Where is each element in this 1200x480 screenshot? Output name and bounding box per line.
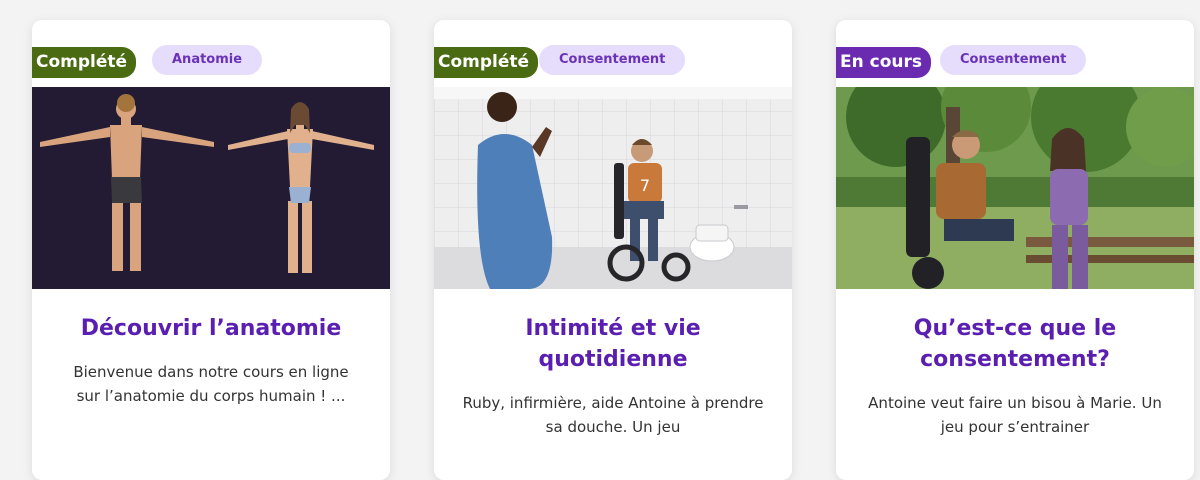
course-description: Bienvenue dans notre cours en ligne sur … xyxy=(73,363,349,405)
category-tag: Consentement xyxy=(940,45,1087,75)
status-badge: Complété xyxy=(434,47,539,78)
card-header: En cours Consentement xyxy=(836,20,1194,87)
card-header: Complété Anatomie xyxy=(32,20,390,87)
course-thumbnail[interactable] xyxy=(836,87,1194,289)
card-header: Complété Consentement xyxy=(434,20,792,87)
status-badge: En cours xyxy=(836,47,931,78)
anatomy-models-image xyxy=(32,87,390,289)
category-tag: Anatomie xyxy=(152,45,263,75)
category-tag: Consentement xyxy=(539,45,686,75)
course-title[interactable]: Intimité et vie quotidienne xyxy=(434,289,792,375)
bathroom-scene-image: 7 xyxy=(434,87,792,289)
status-badge: Complété xyxy=(32,47,137,78)
course-title[interactable]: Découvrir l’anatomie xyxy=(32,289,390,344)
course-title[interactable]: Qu’est-ce que le consentement? xyxy=(836,289,1194,375)
course-description: Ruby, infirmière, aide Antoine à prendre… xyxy=(462,394,764,436)
course-card[interactable]: Complété Consentement 7 Intimité et vie … xyxy=(434,20,792,480)
course-card[interactable]: Complété Anatomie Découvrir l’anatomie B… xyxy=(32,20,390,480)
course-thumbnail[interactable]: 7 xyxy=(434,87,792,289)
park-scene-image xyxy=(836,87,1194,289)
course-thumbnail[interactable] xyxy=(32,87,390,289)
course-card[interactable]: En cours Consentement Qu’est-ce que le c… xyxy=(836,20,1194,480)
jersey-number: 7 xyxy=(640,176,650,195)
course-description: Antoine veut faire un bisou à Marie. Un … xyxy=(868,394,1162,436)
